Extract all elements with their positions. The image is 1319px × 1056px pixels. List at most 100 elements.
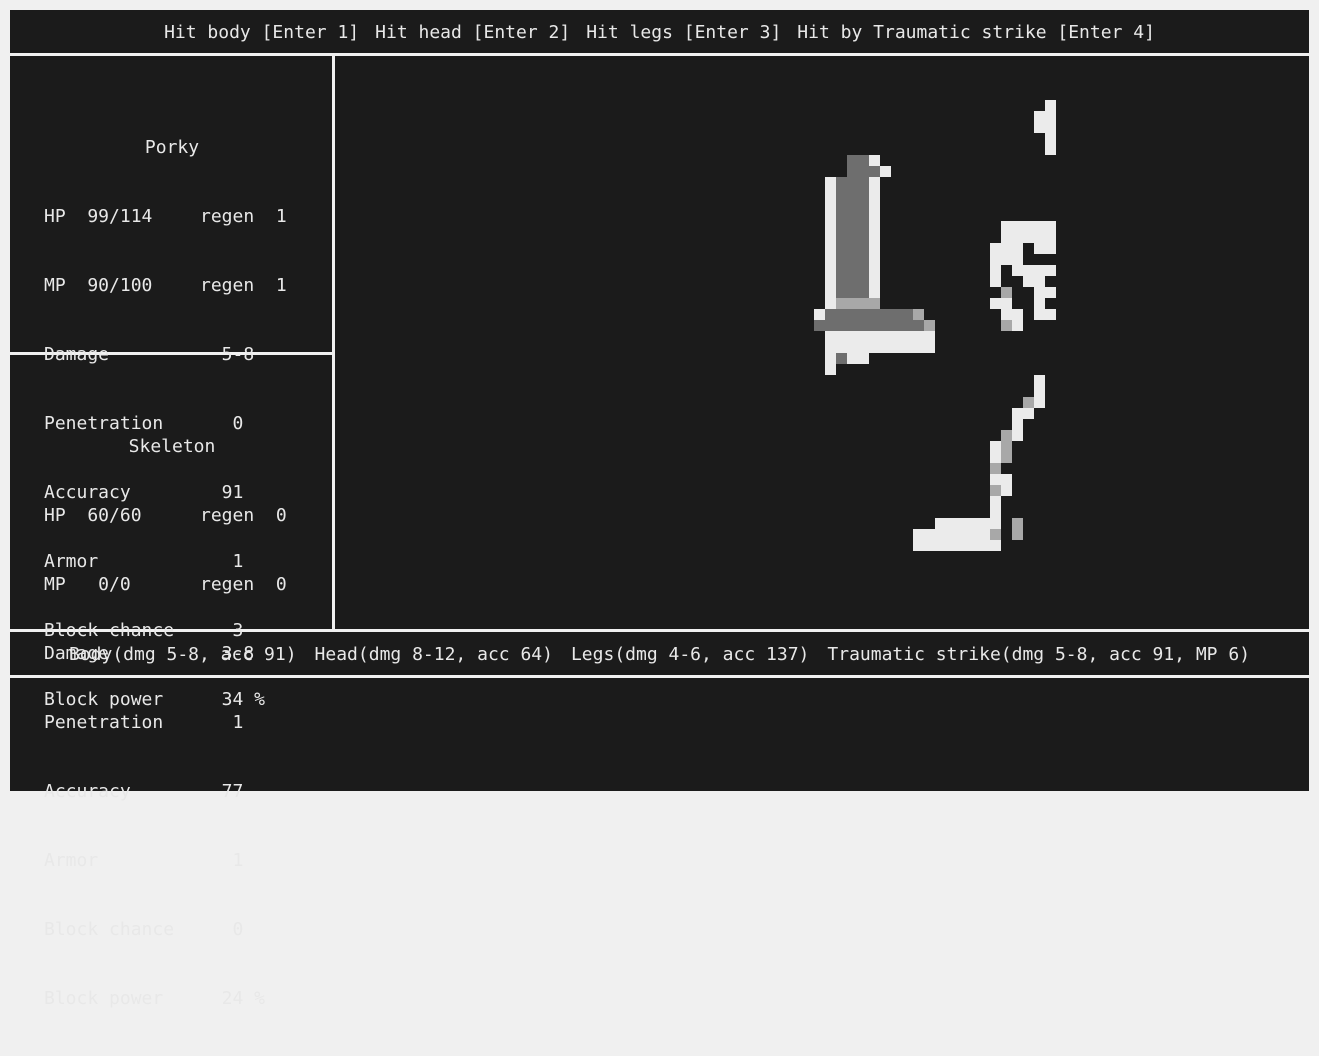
sprite-pixel bbox=[1012, 408, 1023, 419]
player-mp-regen: regen 1 bbox=[200, 275, 287, 296]
sprite-pixel bbox=[825, 364, 836, 375]
player-damage-row: Damage 5-8 bbox=[44, 343, 300, 366]
enemy-armor-row: Armor 1 bbox=[44, 849, 300, 872]
sprite-pixel bbox=[869, 342, 880, 353]
sprite-pixel bbox=[847, 188, 858, 199]
sprite-pixel bbox=[1045, 232, 1056, 243]
sprite-pixel bbox=[1012, 265, 1023, 276]
sprite-pixel bbox=[1001, 485, 1012, 496]
sprite-pixel bbox=[1023, 221, 1034, 232]
sprite-pixel bbox=[1023, 276, 1034, 287]
sprite-pixel bbox=[1045, 100, 1056, 111]
sprite-pixel bbox=[836, 188, 847, 199]
sprite-pixel bbox=[924, 342, 935, 353]
sprite-pixel bbox=[1045, 287, 1056, 298]
enemy-hp-row: HP 60/60 regen 0 bbox=[44, 504, 300, 527]
sprite-pixel bbox=[1045, 122, 1056, 133]
sprite-pixel bbox=[1023, 397, 1034, 408]
sprite-pixel bbox=[858, 320, 869, 331]
hit-head-action[interactable]: Hit head [Enter 2] bbox=[375, 22, 570, 43]
sprite-pixel bbox=[891, 342, 902, 353]
player-hp: HP 99/114 bbox=[44, 206, 153, 227]
sprite-pixel bbox=[869, 254, 880, 265]
sprite-pixel bbox=[1045, 309, 1056, 320]
sprite-pixel bbox=[935, 529, 946, 540]
sprite-pixel bbox=[990, 474, 1001, 485]
sprite-pixel bbox=[990, 265, 1001, 276]
sprite-pixel bbox=[836, 232, 847, 243]
sprite-pixel bbox=[847, 232, 858, 243]
sprite-pixel bbox=[858, 210, 869, 221]
sprite-pixel bbox=[847, 320, 858, 331]
sprite-pixel bbox=[847, 166, 858, 177]
sprite-pixel bbox=[1034, 298, 1045, 309]
sprite-pixel bbox=[924, 320, 935, 331]
sprite-pixel bbox=[847, 177, 858, 188]
sprite-pixel bbox=[1001, 430, 1012, 441]
sprite-pixel bbox=[858, 254, 869, 265]
sprite-pixel bbox=[1012, 430, 1023, 441]
sprite-pixel bbox=[935, 518, 946, 529]
sprite-pixel bbox=[858, 155, 869, 166]
sprite-pixel bbox=[1034, 386, 1045, 397]
sprite-pixel bbox=[880, 309, 891, 320]
player-name: Porky bbox=[144, 137, 200, 158]
body-attack-info: Body(dmg 5-8, acc 91) bbox=[68, 643, 297, 665]
sprite-pixel bbox=[1045, 265, 1056, 276]
sprite-pixel bbox=[858, 342, 869, 353]
sprite-pixel bbox=[924, 540, 935, 551]
sprite-pixel bbox=[825, 232, 836, 243]
sprite-pixel bbox=[869, 298, 880, 309]
enemy-block-power: 24 % bbox=[200, 988, 266, 1009]
sprite-pixel bbox=[1012, 254, 1023, 265]
sprite-pixel bbox=[913, 331, 924, 342]
sprite-pixel bbox=[902, 331, 913, 342]
sprite-pixel bbox=[1034, 221, 1045, 232]
sprite-pixel bbox=[858, 309, 869, 320]
sprite-pixel bbox=[836, 254, 847, 265]
sprite-pixel bbox=[1012, 243, 1023, 254]
sprite-pixel bbox=[1012, 419, 1023, 430]
sprite-pixel bbox=[1012, 221, 1023, 232]
sprite-pixel bbox=[1045, 133, 1056, 144]
game-frame: Hit body [Enter 1] Hit head [Enter 2] Hi… bbox=[10, 10, 1309, 1009]
hit-legs-action[interactable]: Hit legs [Enter 3] bbox=[586, 22, 781, 43]
sprite-pixel bbox=[1001, 287, 1012, 298]
sprite-pixel bbox=[836, 331, 847, 342]
enemy-mp-regen: regen 0 bbox=[200, 574, 287, 595]
sprite-pixel bbox=[913, 342, 924, 353]
sprite-pixel bbox=[1023, 232, 1034, 243]
sprite-pixel bbox=[990, 540, 1001, 551]
sprite-pixel bbox=[946, 540, 957, 551]
sprite-pixel bbox=[858, 353, 869, 364]
sprite-pixel bbox=[836, 353, 847, 364]
sprite-pixel bbox=[990, 441, 1001, 452]
sprite-pixel bbox=[957, 518, 968, 529]
sprite-pixel bbox=[869, 276, 880, 287]
sprite-pixel bbox=[869, 166, 880, 177]
sprite-pixel bbox=[979, 518, 990, 529]
action-bar: Hit body [Enter 1] Hit head [Enter 2] Hi… bbox=[10, 10, 1309, 54]
sprite-pixel bbox=[858, 177, 869, 188]
sprite-pixel bbox=[990, 529, 1001, 540]
traumatic-strike-action[interactable]: Hit by Traumatic strike [Enter 4] bbox=[797, 22, 1155, 43]
sprite-pixel bbox=[979, 529, 990, 540]
sprite-pixel bbox=[1001, 452, 1012, 463]
sprite-pixel bbox=[847, 276, 858, 287]
sprite-pixel bbox=[1034, 397, 1045, 408]
sprite-pixel bbox=[869, 265, 880, 276]
divider-vertical bbox=[332, 56, 335, 630]
sprite-pixel bbox=[847, 309, 858, 320]
sprite-pixel bbox=[1001, 221, 1012, 232]
hit-body-action[interactable]: Hit body [Enter 1] bbox=[164, 22, 359, 43]
sprite-pixel bbox=[858, 243, 869, 254]
sprite-pixel bbox=[825, 342, 836, 353]
sprite-pixel bbox=[836, 210, 847, 221]
sprite-pixel bbox=[847, 221, 858, 232]
sprite-pixel bbox=[858, 331, 869, 342]
enemy-block-power-label: Block power bbox=[44, 988, 164, 1009]
sprite-pixel bbox=[1001, 474, 1012, 485]
sprite-pixel bbox=[1012, 232, 1023, 243]
enemy-armor-label: Armor bbox=[44, 850, 99, 871]
sprite-pixel bbox=[869, 331, 880, 342]
